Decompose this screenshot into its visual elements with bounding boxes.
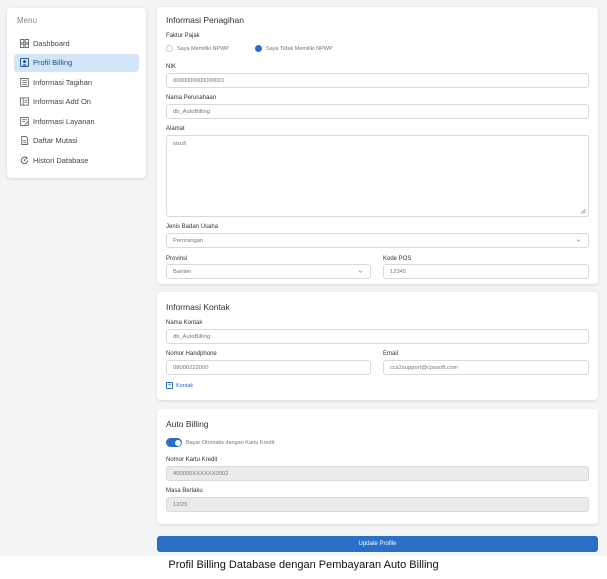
contact-info-title: Informasi Kontak bbox=[166, 302, 230, 312]
sidebar: Menu Dashboard Profil Billing Informasi … bbox=[7, 8, 146, 178]
mutation-icon bbox=[21, 136, 29, 146]
contact-name-value: db_AutoBilling bbox=[173, 333, 211, 340]
auto-pay-toggle-row[interactable]: Bayar Otomatis dengan Kartu Kredit bbox=[166, 438, 274, 447]
sidebar-item-label: Daftar Mutasi bbox=[33, 136, 78, 146]
auto-pay-toggle-label: Bayar Otomatis dengan Kartu Kredit bbox=[186, 439, 275, 446]
expiry-label: Masa Berlaku bbox=[166, 488, 203, 494]
radio-label: Saya Memiliki NPWP bbox=[177, 45, 229, 52]
contact-name-input[interactable]: db_AutoBilling bbox=[166, 329, 589, 344]
business-type-value: Perorangan bbox=[173, 237, 204, 244]
chevron-down-icon bbox=[576, 239, 581, 242]
nik-input[interactable]: 0000000000000001 bbox=[166, 73, 589, 88]
add-contact-label: Kontak bbox=[176, 382, 194, 389]
sidebar-item-daftar-mutasi[interactable]: Daftar Mutasi bbox=[14, 132, 139, 150]
profile-icon bbox=[20, 58, 29, 68]
postal-label: Kode POS bbox=[383, 256, 412, 262]
history-icon bbox=[20, 156, 29, 165]
email-value: ccs2support@cpssoft.com bbox=[390, 364, 459, 371]
card-number-value: 400000XXXXXX0002 bbox=[173, 470, 229, 477]
sidebar-item-label: Dashboard bbox=[33, 38, 70, 48]
update-profile-button[interactable]: Update Profile bbox=[157, 536, 598, 552]
sidebar-item-label: Profil Billing bbox=[33, 58, 73, 68]
sidebar-item-histori-database[interactable]: Histori Database bbox=[14, 152, 139, 170]
company-input[interactable]: db_AutoBilling bbox=[166, 104, 589, 119]
business-type-label: Jenis Badan Usaha bbox=[166, 224, 219, 230]
sidebar-item-informasi-add-on[interactable]: Informasi Add On bbox=[14, 93, 139, 111]
sidebar-item-label: Histori Database bbox=[33, 156, 89, 166]
radio-unchecked-icon bbox=[166, 45, 173, 52]
phone-label: Nomor Handphone bbox=[166, 351, 217, 357]
auto-pay-toggle[interactable] bbox=[166, 438, 182, 447]
card-number-input: 400000XXXXXX0002 bbox=[166, 466, 589, 481]
business-type-select[interactable]: Perorangan bbox=[166, 233, 589, 248]
chevron-down-icon bbox=[358, 270, 363, 273]
radio-no-npwp[interactable]: Saya Tidak Memiliki NPWP bbox=[255, 45, 333, 52]
phone-value: 08000222000 bbox=[173, 364, 209, 371]
expiry-value: 12/25 bbox=[173, 501, 188, 508]
sidebar-item-label: Informasi Add On bbox=[33, 97, 91, 107]
card-number-label: Nomor Kartu Kredit bbox=[166, 457, 218, 463]
sidebar-item-profil-billing[interactable]: Profil Billing bbox=[14, 53, 139, 72]
address-value: sisufi bbox=[173, 141, 187, 147]
sidebar-item-informasi-tagihan[interactable]: Informasi Tagihan bbox=[14, 73, 139, 91]
add-contact-button[interactable]: + Kontak bbox=[166, 382, 193, 389]
postal-input[interactable]: 12345 bbox=[383, 264, 589, 279]
email-label: Email bbox=[383, 351, 399, 357]
province-value: Banten bbox=[173, 268, 192, 275]
addon-icon bbox=[20, 97, 29, 106]
sidebar-item-informasi-layanan[interactable]: Informasi Layanan bbox=[14, 112, 139, 130]
service-icon bbox=[20, 116, 29, 126]
phone-input[interactable]: 08000222000 bbox=[166, 360, 371, 375]
postal-value: 12345 bbox=[390, 268, 407, 275]
address-textarea[interactable]: sisufi bbox=[166, 135, 589, 217]
radio-label: Saya Tidak Memiliki NPWP bbox=[266, 45, 333, 52]
auto-billing-panel: Auto Billing Bayar Otomatis dengan Kartu… bbox=[157, 409, 598, 524]
contact-info-panel: Informasi Kontak Nama Kontak db_AutoBill… bbox=[157, 292, 598, 400]
nik-label: NIK bbox=[166, 64, 177, 70]
company-label: Nama Perusahaan bbox=[166, 95, 217, 101]
company-value: db_AutoBilling bbox=[173, 108, 211, 115]
sidebar-item-label: Informasi Tagihan bbox=[33, 77, 93, 87]
auto-billing-title: Auto Billing bbox=[166, 419, 209, 429]
billing-info-panel: Informasi Penagihan Faktur Pajak Saya Me… bbox=[157, 7, 598, 284]
sidebar-item-label: Informasi Layanan bbox=[33, 116, 95, 126]
billing-info-title: Informasi Penagihan bbox=[166, 15, 244, 25]
plus-icon: + bbox=[166, 382, 173, 389]
radio-checked-icon bbox=[255, 45, 262, 52]
province-select[interactable]: Banten bbox=[166, 264, 371, 279]
invoice-icon bbox=[20, 77, 29, 87]
address-label: Alamat bbox=[166, 126, 185, 132]
email-input[interactable]: ccs2support@cpssoft.com bbox=[383, 360, 589, 375]
app-window: Menu Dashboard Profil Billing Informasi … bbox=[0, 0, 607, 556]
dashboard-icon bbox=[20, 38, 29, 48]
tax-label: Faktur Pajak bbox=[166, 33, 200, 39]
province-label: Provinsi bbox=[166, 256, 188, 262]
nik-value: 0000000000000001 bbox=[173, 77, 225, 84]
contact-name-label: Nama Kontak bbox=[166, 320, 203, 326]
figure-caption: Profil Billing Database dengan Pembayara… bbox=[168, 559, 439, 571]
sidebar-menu-title: Menu bbox=[17, 16, 38, 25]
expiry-input: 12/25 bbox=[166, 497, 589, 512]
resize-handle-icon[interactable] bbox=[580, 208, 586, 214]
sidebar-item-dashboard[interactable]: Dashboard bbox=[14, 34, 139, 52]
radio-has-npwp[interactable]: Saya Memiliki NPWP bbox=[166, 45, 229, 52]
